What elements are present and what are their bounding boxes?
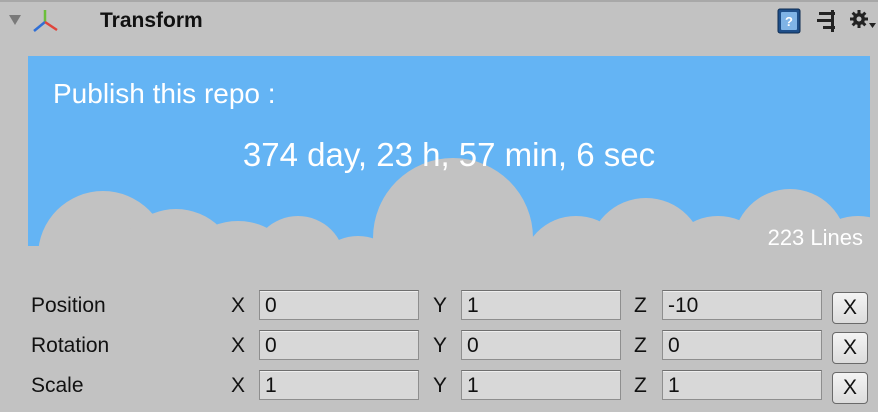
scale-x-field[interactable]	[259, 370, 419, 400]
scale-reset-button[interactable]: X	[832, 372, 868, 404]
scale-y-label: Y	[433, 374, 448, 397]
line-count: 223 Lines	[767, 225, 863, 250]
rotation-z-label: Z	[634, 334, 647, 357]
position-label: Position	[31, 294, 106, 317]
scale-label: Scale	[31, 374, 84, 397]
position-x-field[interactable]	[259, 290, 419, 320]
header-border	[0, 0, 878, 2]
component-header: Transform ?	[0, 0, 878, 40]
position-y-label: Y	[433, 294, 448, 317]
rotation-x-label: X	[231, 334, 246, 357]
scale-row: Scale X Y Z X	[0, 370, 878, 410]
gear-icon[interactable]	[849, 9, 877, 33]
rotation-label: Rotation	[31, 334, 110, 357]
position-x-label: X	[231, 294, 246, 317]
publish-banner: Publish this repo : 374 day, 23 h, 57 mi…	[28, 56, 870, 264]
banner-heading: Publish this repo :	[53, 78, 276, 109]
scale-z-label: Z	[634, 374, 647, 397]
rotation-reset-button[interactable]: X	[832, 332, 868, 364]
rotation-y-field[interactable]	[461, 330, 621, 360]
preset-sliders-icon[interactable]	[815, 9, 839, 33]
position-y-field[interactable]	[461, 290, 621, 320]
scale-x-label: X	[231, 374, 246, 397]
rotation-x-field[interactable]	[259, 330, 419, 360]
countdown-text: 374 day, 23 h, 57 min, 6 sec	[242, 136, 656, 173]
svg-text:?: ?	[785, 14, 793, 29]
position-row: Position X Y Z X	[0, 290, 878, 330]
transform-axis-icon	[33, 10, 58, 32]
rotation-z-field[interactable]	[662, 330, 822, 360]
scale-z-field[interactable]	[662, 370, 822, 400]
help-book-icon[interactable]: ?	[777, 8, 801, 34]
position-reset-button[interactable]: X	[832, 292, 868, 324]
position-z-label: Z	[634, 294, 647, 317]
rotation-y-label: Y	[433, 334, 448, 357]
rotation-row: Rotation X Y Z X	[0, 330, 878, 370]
position-z-field[interactable]	[662, 290, 822, 320]
scale-y-field[interactable]	[461, 370, 621, 400]
foldout-triangle-icon[interactable]	[8, 14, 22, 26]
component-title: Transform	[100, 9, 203, 32]
